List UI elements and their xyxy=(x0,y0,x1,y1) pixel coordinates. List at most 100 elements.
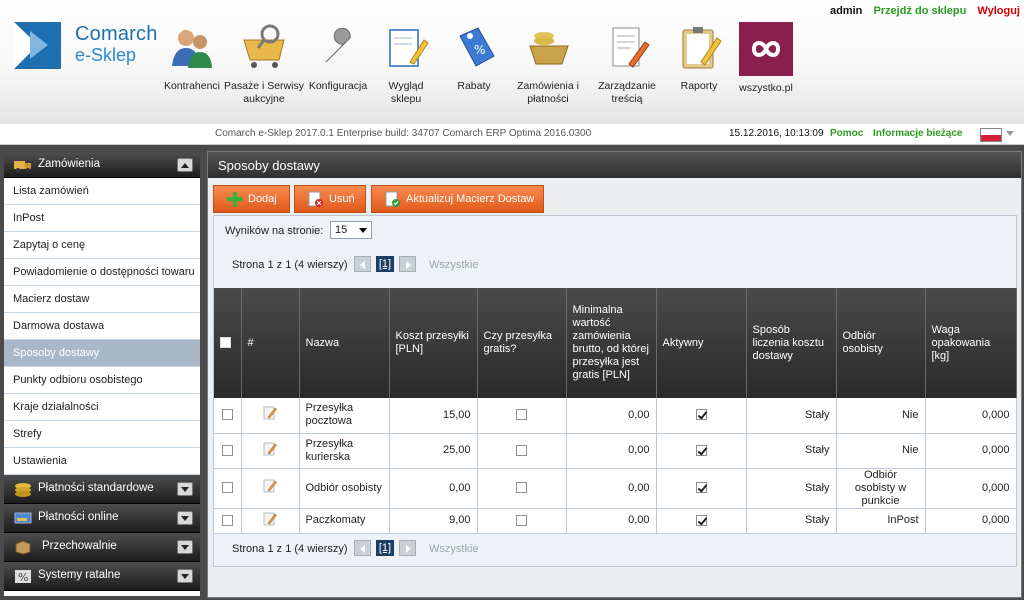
content-pencil-icon xyxy=(601,22,653,74)
edit-icon[interactable] xyxy=(263,478,277,494)
edit-icon[interactable] xyxy=(263,405,277,421)
column-header-weight[interactable]: Waga opakowania [kg] xyxy=(925,288,1017,398)
column-header-num: # xyxy=(241,288,300,398)
nav-konfiguracja[interactable]: Konfiguracja xyxy=(307,22,369,93)
expand-icon[interactable] xyxy=(177,569,193,583)
contractors-icon xyxy=(166,22,218,74)
row-select-checkbox[interactable] xyxy=(221,444,233,456)
delivery-methods-table: # Nazwa Koszt przesyłki [PLN] Czy przesy… xyxy=(214,288,1017,534)
edit-icon[interactable] xyxy=(263,511,277,527)
sidebar-item[interactable]: Lista zamówień xyxy=(4,178,200,205)
delete-button[interactable]: Usuń xyxy=(294,185,366,213)
cell-method: Stały xyxy=(746,398,837,434)
next-page-icon[interactable] xyxy=(399,256,416,272)
table-row[interactable]: Przesyłka pocztowa 15,00 0,00 Stały Nie 0,000 xyxy=(214,398,1017,434)
expand-icon[interactable] xyxy=(177,482,193,496)
sidebar-section-online-payments[interactable]: Płatności online xyxy=(4,504,200,533)
add-button[interactable]: Dodaj xyxy=(213,185,290,213)
nav-wszystko[interactable]: wszystko.pl xyxy=(737,22,795,95)
design-pencil-icon xyxy=(380,22,432,74)
sidebar-section-standard-payments[interactable]: Płatności standardowe xyxy=(4,475,200,504)
expand-icon[interactable] xyxy=(177,540,193,554)
prev-page-icon[interactable] xyxy=(354,540,371,556)
edit-icon[interactable] xyxy=(263,441,277,457)
nav-pasaze[interactable]: Pasaże i Serwisy aukcyjne xyxy=(224,22,304,106)
per-page-value: 15 xyxy=(335,224,348,236)
column-header-free[interactable]: Czy przesyłka gratis? xyxy=(477,288,567,398)
sidebar-item[interactable]: Punkty odbioru osobistego xyxy=(4,367,200,394)
cell-pickup: Odbiór osobisty w punkcie xyxy=(836,468,926,509)
table-row[interactable]: Przesyłka kurierska 25,00 0,00 Stały Nie 0,00… xyxy=(214,433,1017,469)
select-all-column[interactable] xyxy=(214,288,242,398)
cell-weight: 0,000 xyxy=(925,433,1017,469)
row-select-checkbox[interactable] xyxy=(221,409,233,421)
sidebar-section-title: Płatności online xyxy=(38,511,119,523)
page-number-current[interactable]: [1] xyxy=(376,256,394,272)
collapse-icon[interactable] xyxy=(177,158,193,172)
cell-active xyxy=(656,398,747,434)
row-select-checkbox[interactable] xyxy=(221,514,233,526)
sidebar-item[interactable]: Darmowa dostawa xyxy=(4,313,200,340)
free-checkbox xyxy=(516,409,527,421)
comarch-logo[interactable]: Comarch e-Sklep xyxy=(14,22,164,72)
column-header-method[interactable]: Sposób liczenia kosztu dostawy xyxy=(746,288,837,398)
help-link[interactable]: Pomoc xyxy=(830,128,863,139)
next-page-icon[interactable] xyxy=(399,540,416,556)
cell-min-value: 0,00 xyxy=(566,468,657,509)
nav-wyglad[interactable]: Wygląd sklepu xyxy=(373,22,439,106)
nav-tresc[interactable]: Zarządzanie treścią xyxy=(594,22,660,106)
goto-shop-link[interactable]: Przejdź do sklepu xyxy=(873,5,966,17)
sidebar-item[interactable]: Powiadomienie o dostępności towaru xyxy=(4,259,200,286)
cell-pickup: Nie xyxy=(836,398,926,434)
cell-active xyxy=(656,508,747,534)
sidebar-item[interactable]: Sposoby dostawy xyxy=(4,340,200,367)
logout-link[interactable]: Wyloguj xyxy=(977,5,1020,17)
update-matrix-button-label: Aktualizuj Macierz Dostaw xyxy=(406,193,535,205)
page-number-current[interactable]: [1] xyxy=(376,540,394,556)
select-all-checkbox[interactable] xyxy=(220,337,231,349)
sidebar-item[interactable]: Zapytaj o cenę xyxy=(4,232,200,259)
sidebar-item[interactable]: Ustawienia xyxy=(4,448,200,475)
column-header-name[interactable]: Nazwa xyxy=(299,288,390,398)
nav-raporty[interactable]: Raporty xyxy=(673,22,725,93)
pager-text: Strona 1 z 1 (4 wierszy) xyxy=(232,259,348,271)
prev-page-icon[interactable] xyxy=(354,256,371,272)
news-link[interactable]: Informacje bieżące xyxy=(873,128,962,139)
polish-flag-icon[interactable] xyxy=(980,128,1002,142)
language-dropdown-icon[interactable] xyxy=(1006,131,1014,136)
orders-basket-icon xyxy=(522,22,574,74)
column-header-min-value[interactable]: Minimalna wartość zamówienia brutto, od … xyxy=(566,288,657,398)
table-row[interactable]: Odbiór osobisty 0,00 0,00 Stały Odbiór osobi… xyxy=(214,468,1017,509)
cell-cost: 25,00 xyxy=(389,433,478,469)
nav-label: wszystko.pl xyxy=(739,82,793,94)
nav-kontrahenci[interactable]: Kontrahenci xyxy=(162,22,222,93)
free-checkbox xyxy=(516,514,527,526)
main-content: Sposoby dostawy Dodaj Usuń Aktualizuj Ma… xyxy=(207,151,1022,598)
sidebar-section-orders[interactable]: Zamówienia xyxy=(4,153,200,178)
row-select-checkbox[interactable] xyxy=(221,482,233,494)
current-user: admin xyxy=(829,5,863,17)
status-bar: Comarch e-Sklep 2017.0.1 Enterprise buil… xyxy=(0,124,1024,145)
update-matrix-button[interactable]: Aktualizuj Macierz Dostaw xyxy=(371,185,544,213)
sidebar-item[interactable]: Macierz dostaw xyxy=(4,286,200,313)
show-all-link[interactable]: Wszystkie xyxy=(429,259,479,271)
show-all-link[interactable]: Wszystkie xyxy=(429,543,479,555)
sidebar-item[interactable]: Kraje działalności xyxy=(4,394,200,421)
sidebar-item[interactable]: Strefy xyxy=(4,421,200,448)
per-page-select[interactable]: 15 xyxy=(330,221,372,239)
cell-weight: 0,000 xyxy=(925,468,1017,509)
toolbar: Dodaj Usuń Aktualizuj Macierz Dostaw xyxy=(213,185,1018,213)
nav-zamowienia[interactable]: Zamówienia i płatności xyxy=(515,22,581,106)
column-header-cost[interactable]: Koszt przesyłki [PLN] xyxy=(389,288,478,398)
sidebar-item[interactable]: InPost xyxy=(4,205,200,232)
sidebar-section-title: Przechowalnie xyxy=(42,540,117,552)
grid-panel: Wyników na stronie: 15 Strona 1 z 1 (4 w… xyxy=(213,215,1017,567)
free-checkbox xyxy=(516,444,527,456)
column-header-pickup[interactable]: Odbiór osobisty xyxy=(836,288,926,398)
sidebar-section-installments[interactable]: % Systemy ratalne xyxy=(4,562,200,591)
sidebar-section-storage[interactable]: Przechowalnie xyxy=(4,533,200,562)
column-header-active[interactable]: Aktywny xyxy=(656,288,747,398)
expand-icon[interactable] xyxy=(177,511,193,525)
nav-rabaty[interactable]: % Rabaty xyxy=(450,22,498,93)
table-row[interactable]: Paczkomaty 9,00 0,00 Stały InPost 0,000 xyxy=(214,508,1017,534)
